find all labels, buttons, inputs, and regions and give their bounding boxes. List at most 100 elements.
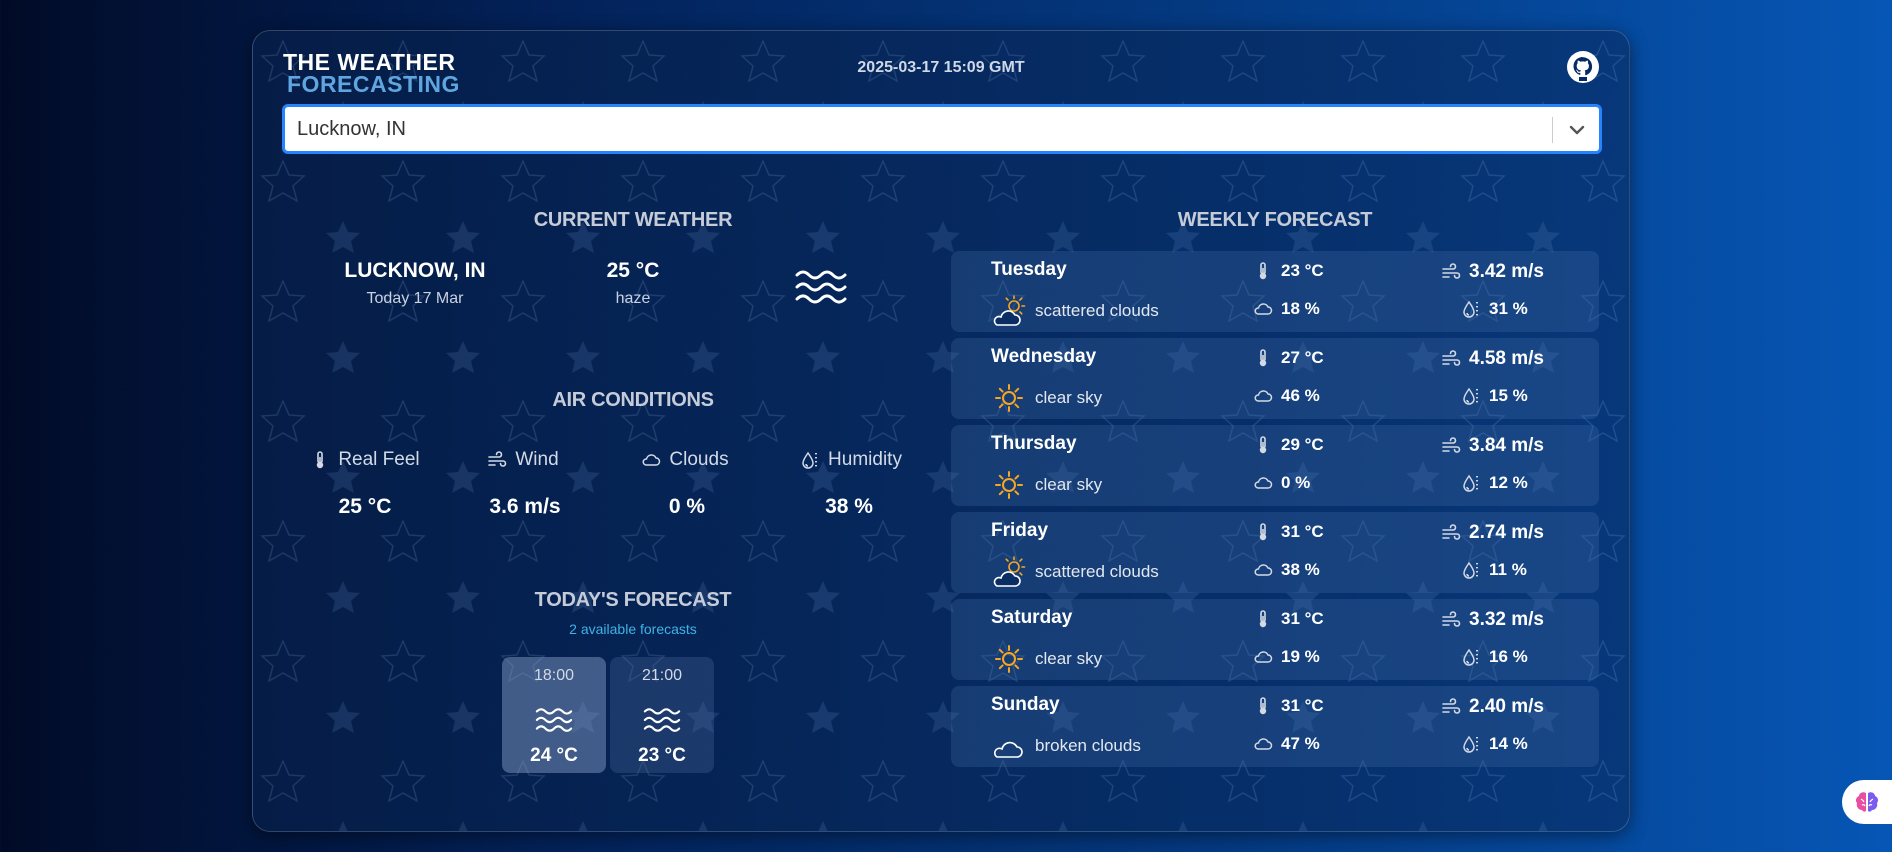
cloud-icon (1253, 299, 1273, 319)
weekly-wind-value: 2.40 m/s (1469, 696, 1544, 717)
air-item-humidity: Humidity (771, 449, 931, 475)
weekly-humidity-value: 12 % (1489, 473, 1528, 492)
haze-icon (534, 705, 574, 735)
sun-icon (991, 469, 1027, 501)
weekly-wind: 2.40 m/s (1441, 696, 1544, 718)
partly-cloudy-icon (991, 556, 1027, 588)
weekly-humidity: 16 % (1461, 647, 1528, 667)
weekly-clouds-value: 0 % (1281, 473, 1311, 492)
weekly-condition-text: clear sky (1035, 475, 1103, 494)
weather-app-card: THE WEATHER FORECASTING 2025-03-17 15:09… (252, 30, 1630, 832)
weekly-clouds: 0 % (1253, 473, 1310, 493)
chevron-down-icon[interactable] (1567, 120, 1587, 140)
humidity-icon (1461, 560, 1481, 580)
thermometer-icon (1253, 696, 1273, 716)
weekly-humidity: 15 % (1461, 386, 1528, 406)
weekly-condition-text: clear sky (1035, 649, 1103, 668)
weekly-temperature: 31 °C (1253, 609, 1324, 629)
air-label-humidity: Humidity (828, 449, 902, 470)
air-label-wind: Wind (515, 449, 559, 470)
weekly-row: Tuesday scattered clouds 23 °C 3.42 m/s … (951, 251, 1599, 332)
weekly-condition-text: clear sky (1035, 388, 1103, 407)
wind-icon (1441, 610, 1461, 630)
weekly-temperature: 31 °C (1253, 696, 1324, 716)
weekly-row: Thursday clear sky 29 °C 3.84 m/s 0 % 12… (951, 425, 1599, 506)
air-value-wind: 3.6 m/s (489, 495, 561, 518)
air-value-humidity: 38 % (825, 495, 873, 518)
cloud-icon (641, 450, 661, 470)
hourly-time: 18:00 (533, 667, 575, 684)
cloud-icon (1253, 560, 1273, 580)
weekly-temperature-value: 23 °C (1281, 261, 1324, 280)
weekly-clouds: 47 % (1253, 734, 1320, 754)
humidity-icon (800, 450, 820, 470)
air-label-real-feel: Real Feel (338, 449, 420, 470)
hourly-temperature: 23 °C (638, 745, 686, 766)
weekly-condition-text: scattered clouds (1035, 562, 1159, 581)
weekly-humidity: 11 % (1461, 560, 1527, 580)
assistant-button[interactable] (1842, 780, 1892, 824)
current-weather-title: CURRENT WEATHER (533, 209, 733, 231)
hourly-time: 21:00 (641, 667, 683, 684)
sun-icon (991, 382, 1027, 414)
city-search-select[interactable]: Lucknow, IN (283, 105, 1601, 153)
weekly-humidity: 12 % (1461, 473, 1528, 493)
weekly-temperature-value: 31 °C (1281, 609, 1324, 628)
weekly-condition: scattered clouds (991, 295, 1159, 327)
weekly-wind: 3.32 m/s (1441, 609, 1544, 631)
weekly-row: Sunday broken clouds 31 °C 2.40 m/s 47 %… (951, 686, 1599, 767)
todays-forecast-count: 2 available forecasts (569, 621, 697, 637)
thermometer-icon (1253, 261, 1273, 281)
humidity-icon (1461, 647, 1481, 667)
weekly-temperature-value: 31 °C (1281, 696, 1324, 715)
weekly-day: Friday (991, 520, 1049, 541)
weekly-humidity-value: 16 % (1489, 647, 1528, 666)
todays-forecast-title: TODAY'S FORECAST (534, 589, 732, 611)
weekly-temperature: 27 °C (1253, 348, 1324, 368)
weekly-humidity-value: 15 % (1489, 386, 1528, 405)
weekly-clouds-value: 18 % (1281, 299, 1320, 318)
weekly-temperature: 23 °C (1253, 261, 1324, 281)
search-input-value[interactable]: Lucknow, IN (297, 118, 406, 141)
weekly-condition: clear sky (991, 382, 1102, 414)
thermometer-icon (1253, 609, 1273, 629)
cloud-icon (1253, 647, 1273, 667)
weekly-clouds-value: 46 % (1281, 386, 1320, 405)
weekly-wind-value: 3.42 m/s (1469, 261, 1544, 282)
current-description: haze (615, 290, 651, 307)
current-city: LUCKNOW, IN (344, 259, 486, 282)
weekly-wind-value: 3.32 m/s (1469, 609, 1544, 630)
air-item-real-feel: Real Feel (285, 449, 445, 475)
weekly-wind: 3.84 m/s (1441, 435, 1544, 457)
weekly-clouds: 46 % (1253, 386, 1320, 406)
wind-icon (1441, 349, 1461, 369)
weekly-day: Saturday (991, 607, 1073, 628)
humidity-icon (1461, 473, 1481, 493)
weekly-wind: 2.74 m/s (1441, 522, 1544, 544)
current-temperature: 25 °C (606, 259, 660, 282)
hourly-temperature: 24 °C (530, 745, 578, 766)
thermometer-icon (310, 450, 330, 470)
current-date: Today 17 Mar (366, 290, 464, 307)
weekly-clouds: 38 % (1253, 560, 1320, 580)
weekly-condition-text: broken clouds (1035, 736, 1141, 755)
haze-icon (642, 705, 682, 735)
github-icon[interactable] (1567, 51, 1599, 83)
weekly-wind: 4.58 m/s (1441, 348, 1544, 370)
weekly-humidity-value: 31 % (1489, 299, 1528, 318)
hourly-forecast-card[interactable]: 21:00 23 °C (610, 657, 714, 773)
hourly-forecast-card[interactable]: 18:00 24 °C (502, 657, 606, 773)
wind-icon (1441, 436, 1461, 456)
weekly-clouds-value: 38 % (1281, 560, 1320, 579)
weekly-temperature: 29 °C (1253, 435, 1324, 455)
weekly-condition: scattered clouds (991, 556, 1159, 588)
air-item-wind: Wind (443, 449, 603, 475)
weekly-row: Wednesday clear sky 27 °C 4.58 m/s 46 % … (951, 338, 1599, 419)
weekly-day: Sunday (991, 694, 1060, 715)
sun-icon (991, 643, 1027, 675)
weekly-day: Tuesday (991, 259, 1067, 280)
air-conditions-title: AIR CONDITIONS (552, 389, 714, 411)
haze-icon (793, 265, 849, 309)
weekly-temperature-value: 31 °C (1281, 522, 1324, 541)
brain-icon (1855, 792, 1879, 812)
